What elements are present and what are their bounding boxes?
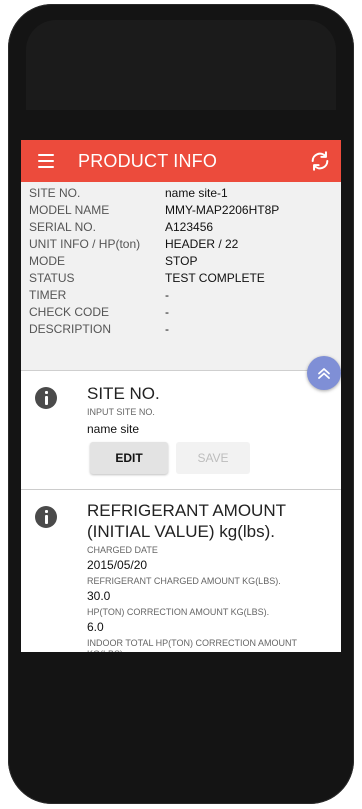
info-value: - [165, 322, 169, 336]
info-label: TIMER [29, 288, 67, 302]
site-no-value[interactable]: name site [87, 422, 139, 436]
hamburger-menu-icon[interactable] [38, 154, 54, 168]
charged-amount-label: REFRIGERANT CHARGED AMOUNT kg(lbs). [87, 576, 281, 586]
indoor-total-label: INDOOR TOTAL HP(ton) CORRECTION AMOUNT k… [87, 638, 297, 652]
info-label: MODEL NAME [29, 203, 110, 217]
info-value: name site-1 [165, 186, 228, 200]
product-info-panel: SITE NO. name site-1 MODEL NAME MMY-MAP2… [21, 182, 341, 371]
info-row-description: DESCRIPTION - [29, 322, 329, 338]
save-button[interactable]: SAVE [176, 442, 250, 474]
hp-correction-label: HP(ton) CORRECTION AMOUNT kg(lbs). [87, 607, 270, 617]
info-value: - [165, 288, 169, 302]
info-row-unit-info: UNIT INFO / HP(ton) HEADER / 22 [29, 237, 329, 253]
app-bar: PRODUCT INFO [21, 140, 341, 182]
refrigerant-section: REFRIGERANT AMOUNT (INITIAL VALUE) kg(lb… [21, 490, 341, 652]
info-label: SERIAL NO. [29, 220, 96, 234]
sync-icon[interactable] [309, 150, 331, 172]
info-row-timer: TIMER - [29, 288, 329, 304]
info-row-mode: MODE STOP [29, 254, 329, 270]
info-row-serial-no: SERIAL NO. A123456 [29, 220, 329, 236]
info-row-check-code: CHECK CODE - [29, 305, 329, 321]
info-label: MODE [29, 254, 65, 268]
info-row-status: STATUS TEST COMPLETE [29, 271, 329, 287]
info-label: DESCRIPTION [29, 322, 112, 336]
section-title: REFRIGERANT AMOUNT (INITIAL VALUE) kg(lb… [87, 501, 286, 541]
info-icon [35, 506, 57, 528]
info-row-model-name: MODEL NAME MMY-MAP2206HT8P [29, 203, 329, 219]
info-row-site-no: SITE NO. name site-1 [29, 186, 329, 202]
page-title: PRODUCT INFO [78, 151, 218, 171]
info-value: MMY-MAP2206HT8P [165, 203, 280, 217]
charged-date-value: 2015/05/20 [87, 558, 148, 572]
charged-date-label: CHARGED DATE [87, 545, 158, 555]
info-label: SITE NO. [29, 186, 81, 200]
charged-amount-value: 30.0 [87, 589, 111, 603]
section-title: SITE NO. [87, 384, 160, 403]
info-label: CHECK CODE [29, 305, 110, 319]
hp-correction-value: 6.0 [87, 620, 104, 634]
info-icon [35, 387, 57, 409]
phone-top-bezel [26, 20, 336, 110]
info-value: - [165, 305, 169, 319]
info-value: STOP [165, 254, 198, 268]
input-label: INPUT SITE NO. [87, 407, 155, 417]
app-screen: PRODUCT INFO SITE NO. name site-1 MODEL … [21, 140, 341, 652]
info-value: A123456 [165, 220, 214, 234]
double-chevron-up-icon [318, 368, 330, 379]
info-value: HEADER / 22 [165, 237, 239, 251]
info-value: TEST COMPLETE [165, 271, 265, 285]
info-label: UNIT INFO / HP(ton) [29, 237, 141, 251]
scroll-to-top-button[interactable] [307, 356, 341, 390]
info-label: STATUS [29, 271, 75, 285]
edit-button[interactable]: EDIT [90, 442, 168, 474]
